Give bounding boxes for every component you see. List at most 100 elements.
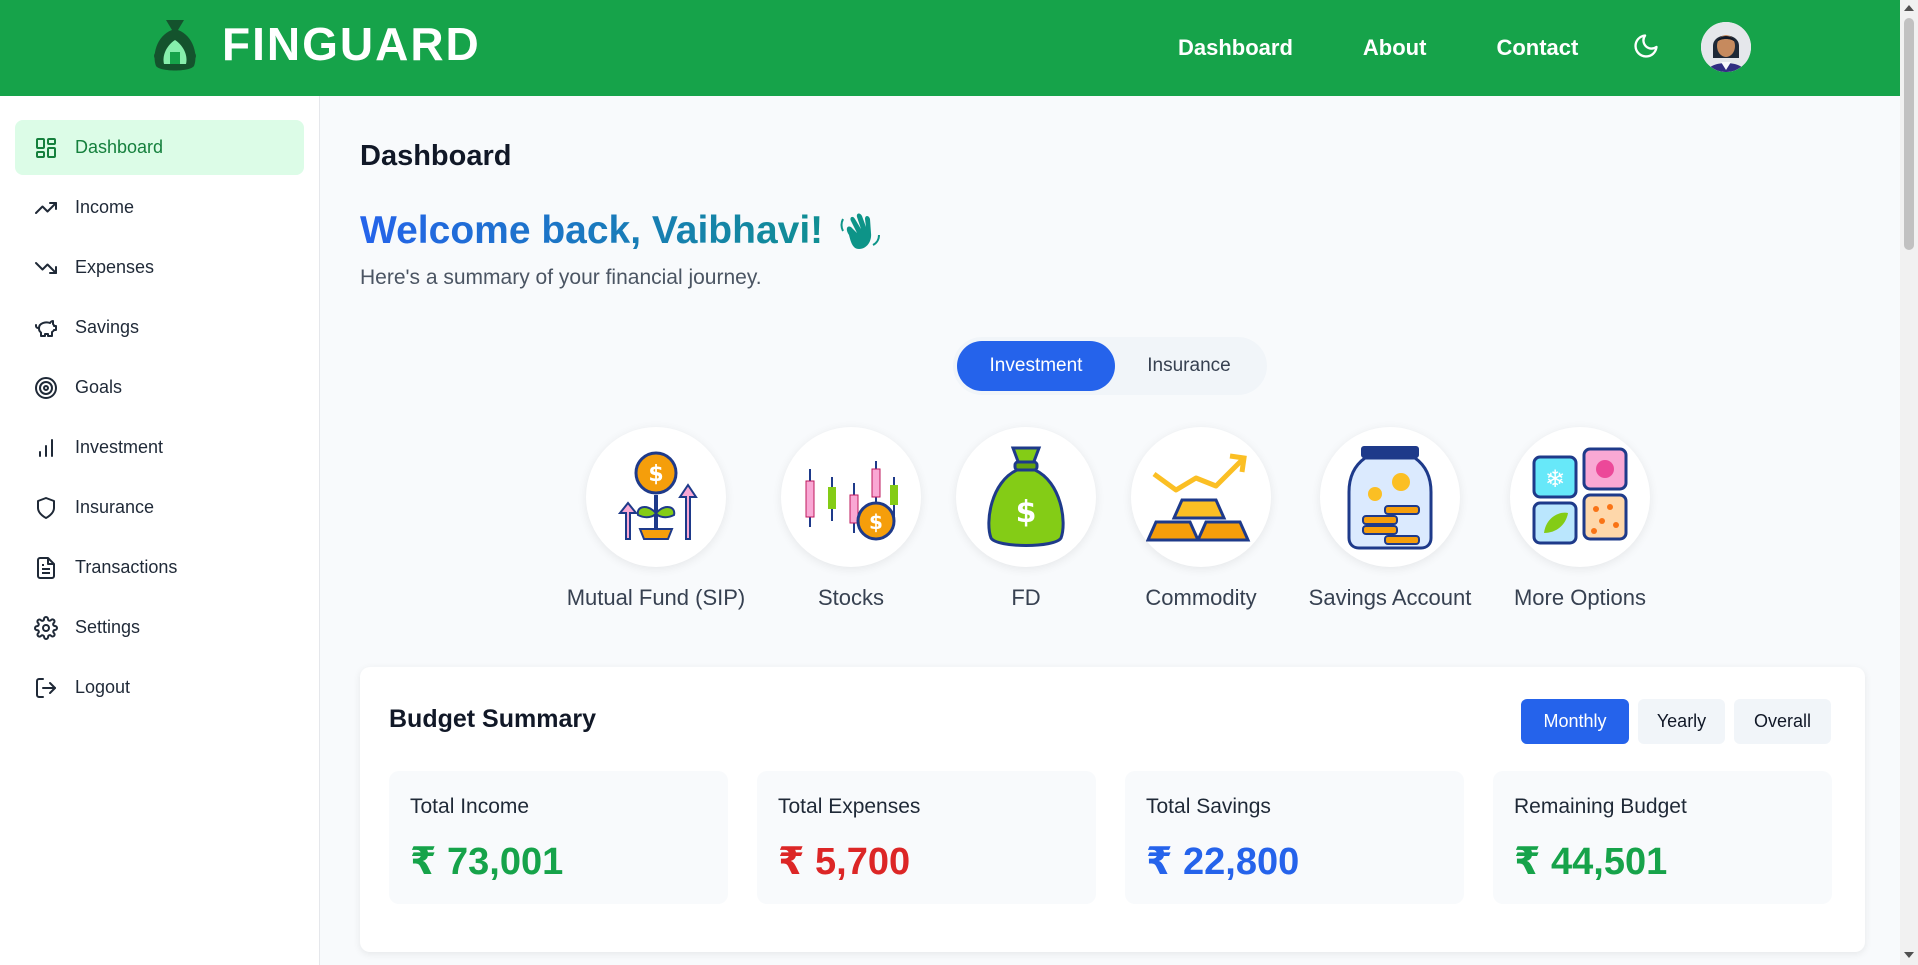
- trending-down-icon: [33, 255, 59, 281]
- scroll-thumb[interactable]: [1904, 18, 1914, 250]
- sidebar-item-dashboard[interactable]: Dashboard: [15, 120, 304, 175]
- option-circle: $: [956, 427, 1096, 567]
- sidebar-item-label: Insurance: [75, 497, 155, 517]
- more-options-grid-icon: ❄: [1532, 447, 1628, 545]
- brand[interactable]: FINGUARD: [150, 16, 481, 72]
- user-photo-icon: [1701, 22, 1751, 72]
- waving-hand-icon: [840, 213, 881, 249]
- brand-name: FINGUARD: [222, 18, 481, 70]
- sidebar-item-settings[interactable]: Settings: [15, 600, 304, 655]
- sidebar-item-label: Investment: [75, 437, 164, 457]
- sidebar: Dashboard Income Expenses Savings Goals …: [0, 96, 320, 965]
- card-label: Total Expenses: [778, 795, 921, 818]
- money-bag-logo-icon: [154, 20, 196, 71]
- card-value: ₹ 73,001: [410, 841, 564, 883]
- piggy-bank-icon: [33, 315, 59, 341]
- option-label: FD: [1011, 585, 1041, 610]
- period-monthly-button[interactable]: Monthly: [1521, 699, 1629, 744]
- welcome-heading: Welcome back, Vaibhavi!: [360, 209, 881, 253]
- budget-summary-card: Budget Summary Monthly Yearly Overall To…: [360, 667, 1865, 952]
- scroll-up-arrow-icon[interactable]: [1904, 5, 1914, 11]
- page-scrollbar[interactable]: [1900, 0, 1918, 965]
- option-stocks[interactable]: $ Stocks: [761, 427, 941, 611]
- mutual-fund-plant-icon: $: [617, 451, 698, 540]
- sidebar-item-insurance[interactable]: Insurance: [15, 480, 304, 535]
- card-label: Remaining Budget: [1514, 795, 1687, 818]
- option-label: Savings Account: [1308, 585, 1472, 610]
- total-savings-card: Total Savings ₹ 22,800: [1125, 771, 1464, 904]
- option-commodity[interactable]: Commodity: [1111, 427, 1291, 611]
- card-value: ₹ 22,800: [1146, 841, 1300, 883]
- sidebar-item-label: Dashboard: [75, 137, 164, 157]
- option-circle: [1320, 427, 1460, 567]
- tab-investment[interactable]: Investment: [957, 341, 1115, 391]
- sidebar-item-income[interactable]: Income: [15, 180, 304, 235]
- sidebar-item-investment[interactable]: Investment: [15, 420, 304, 475]
- sidebar-item-savings[interactable]: Savings: [15, 300, 304, 355]
- stocks-candlestick-icon: $: [805, 461, 898, 541]
- sidebar-item-transactions[interactable]: Transactions: [15, 540, 304, 595]
- investment-insurance-toggle: Investment Insurance: [953, 337, 1267, 395]
- sidebar-item-goals[interactable]: Goals: [15, 360, 304, 415]
- nav-dashboard-link[interactable]: Dashboard: [1178, 35, 1293, 61]
- subtitle: Here's a summary of your financial journ…: [360, 266, 762, 289]
- option-label: Commodity: [1145, 585, 1257, 610]
- shield-icon: [33, 495, 59, 521]
- trending-up-icon: [33, 195, 59, 221]
- sidebar-item-label: Transactions: [75, 557, 178, 577]
- top-navbar: FINGUARD Dashboard About Contact: [0, 0, 1900, 96]
- target-icon: [33, 375, 59, 401]
- option-circle: $: [586, 427, 726, 567]
- option-label: Mutual Fund (SIP): [566, 585, 746, 610]
- sidebar-item-logout[interactable]: Logout: [15, 660, 304, 715]
- nav-contact-link[interactable]: Contact: [1496, 35, 1578, 61]
- top-nav: Dashboard About Contact: [1178, 0, 1648, 96]
- option-mutual-fund[interactable]: $ Mutual Fund (SIP): [566, 427, 746, 611]
- option-savings-account[interactable]: Savings Account: [1300, 427, 1480, 611]
- period-yearly-button[interactable]: Yearly: [1638, 699, 1725, 744]
- logout-icon: [33, 675, 59, 701]
- card-label: Total Income: [410, 795, 530, 818]
- option-circle: $: [781, 427, 921, 567]
- card-value: ₹ 5,700: [778, 841, 911, 883]
- nav-about-link[interactable]: About: [1363, 35, 1427, 61]
- page-title: Dashboard: [360, 140, 512, 172]
- fd-money-bag-icon: $: [987, 446, 1065, 547]
- budget-summary-title: Budget Summary: [389, 705, 596, 733]
- user-avatar[interactable]: [1701, 22, 1751, 72]
- option-more[interactable]: ❄ More Options: [1490, 427, 1670, 611]
- welcome-text: Welcome back, Vaibhavi!: [360, 209, 824, 252]
- svg-text:$: $: [648, 462, 663, 487]
- savings-jar-icon: [1347, 446, 1433, 550]
- svg-text:❄: ❄: [1545, 465, 1565, 493]
- sidebar-item-label: Expenses: [75, 257, 155, 277]
- sidebar-item-label: Savings: [75, 317, 140, 337]
- card-label: Total Savings: [1146, 795, 1271, 818]
- main-content: Dashboard Welcome back, Vaibhavi! Here's…: [321, 96, 1900, 965]
- tab-insurance[interactable]: Insurance: [1115, 341, 1263, 391]
- option-label: More Options: [1513, 585, 1647, 610]
- svg-text:$: $: [869, 510, 883, 534]
- option-fd[interactable]: $ FD: [936, 427, 1116, 611]
- sidebar-item-label: Income: [75, 197, 135, 217]
- bar-chart-icon: [33, 435, 59, 461]
- option-label: Stocks: [817, 585, 885, 610]
- remaining-budget-card: Remaining Budget ₹ 44,501: [1493, 771, 1832, 904]
- period-overall-button[interactable]: Overall: [1734, 699, 1831, 744]
- grid-icon: [33, 135, 59, 161]
- scroll-down-arrow-icon[interactable]: [1904, 952, 1914, 958]
- commodity-gold-bars-icon: [1146, 453, 1251, 542]
- gear-icon: [33, 615, 59, 641]
- total-income-card: Total Income ₹ 73,001: [389, 771, 728, 904]
- option-circle: ❄: [1510, 427, 1650, 567]
- file-text-icon: [33, 555, 59, 581]
- sidebar-item-expenses[interactable]: Expenses: [15, 240, 304, 295]
- svg-text:$: $: [1016, 495, 1037, 530]
- card-value: ₹ 44,501: [1514, 841, 1668, 883]
- dark-mode-moon-icon[interactable]: [1632, 32, 1660, 60]
- option-circle: [1131, 427, 1271, 567]
- sidebar-item-label: Goals: [75, 377, 123, 397]
- total-expenses-card: Total Expenses ₹ 5,700: [757, 771, 1096, 904]
- sidebar-item-label: Logout: [75, 677, 131, 697]
- sidebar-item-label: Settings: [75, 617, 141, 637]
